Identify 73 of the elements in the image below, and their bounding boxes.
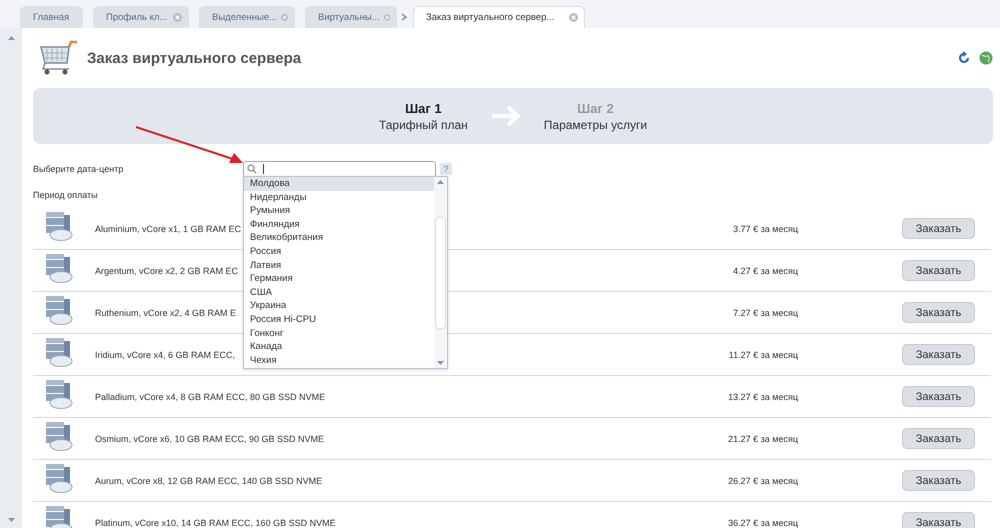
server-cloud-icon — [45, 253, 73, 283]
dropdown-option[interactable]: Нидерланды — [244, 190, 434, 204]
plan-price: 3.77 € за месяц — [732, 224, 798, 234]
dropdown-option[interactable]: Канада — [244, 340, 434, 354]
plan-price: 26.27 € за месяц — [727, 476, 798, 486]
dropdown-option[interactable]: Латвия — [244, 258, 434, 272]
field-label: Выберите дата-центр — [33, 164, 124, 174]
plan-name: Argentum, vCore x2, 2 GB RAM EC — [95, 266, 240, 276]
dropdown-option[interactable]: Молдова — [244, 177, 434, 191]
server-cloud-icon — [45, 211, 73, 241]
field-label: Период оплаты — [33, 190, 99, 200]
page-title: Заказ виртуального сервера — [87, 50, 302, 66]
dropdown-option[interactable]: Украина — [244, 299, 434, 313]
tab[interactable]: Выделенные... — [199, 6, 295, 28]
plan-name: Iridium, vCore x4, 6 GB RAM ECC, — [95, 350, 236, 360]
tab[interactable]: Главная — [20, 6, 83, 28]
plan-price: 11.27 € за месяц — [728, 350, 798, 360]
refresh-icon[interactable] — [957, 51, 971, 65]
tab[interactable]: Виртуальны... — [305, 6, 397, 28]
server-cloud-icon — [45, 463, 73, 493]
search-field[interactable] — [243, 160, 436, 178]
step-title: Шаг 2 — [577, 100, 614, 116]
close-icon[interactable] — [173, 13, 182, 22]
plan-price: 21.27 € за месяц — [727, 434, 798, 444]
order-button[interactable]: Заказать — [902, 386, 975, 407]
dropdown-option[interactable]: Германия — [244, 272, 434, 286]
dropdown-option[interactable]: Финляндия — [244, 218, 434, 232]
dropdown-option[interactable]: Чехия — [244, 354, 434, 368]
arrow-right-icon — [490, 104, 522, 128]
scroll-up-icon[interactable] — [437, 180, 444, 184]
plan-name: Osmium, vCore x6, 10 GB RAM ECC, 90 GB SSD NVME — [95, 434, 324, 444]
step-subtitle: Параметры услуги — [544, 118, 648, 132]
scroll-up-icon[interactable] — [8, 36, 14, 40]
order-button[interactable]: Заказать — [902, 512, 975, 528]
server-cloud-icon — [45, 337, 73, 367]
plan-price: 4.27 € за месяц — [732, 266, 798, 276]
order-button[interactable]: Заказать — [902, 302, 975, 323]
search-icon — [247, 164, 257, 174]
step-title: Шаг 1 — [405, 100, 442, 116]
dropdown-option[interactable]: США — [244, 286, 434, 300]
dropdown-option[interactable]: Румыния — [244, 204, 434, 218]
dropdown-option[interactable]: Россия — [244, 244, 434, 259]
tab[interactable]: Профиль кл... — [93, 6, 189, 28]
server-cloud-icon — [45, 505, 73, 528]
server-cloud-icon — [45, 421, 73, 451]
scroll-down-icon[interactable] — [437, 361, 444, 365]
plan-price: 7.27 € за месяц — [732, 308, 798, 318]
order-button[interactable]: Заказать — [902, 218, 975, 239]
scrollbar-thumb[interactable] — [435, 216, 446, 328]
dropdown-option[interactable]: Гонконг — [244, 326, 434, 340]
dropdown-option[interactable]: Великобритания — [244, 231, 434, 245]
order-button[interactable]: Заказать — [902, 428, 975, 449]
chevron-icon[interactable] — [401, 13, 407, 21]
server-cloud-icon — [45, 295, 73, 325]
plan-price: 13.27 € за месяц — [727, 392, 798, 402]
order-button[interactable]: Заказать — [902, 344, 975, 365]
shopping-cart-icon — [39, 39, 79, 77]
order-button[interactable]: Заказать — [902, 470, 975, 491]
plan-name: Aurum, vCore x8, 12 GB RAM ECC, 140 GB SSD NVME — [95, 476, 322, 486]
close-icon[interactable] — [384, 13, 390, 22]
plan-name: Aluminium, vCore x1, 1 GB RAM EC — [95, 224, 242, 234]
close-icon[interactable] — [569, 13, 578, 22]
plan-name: Ruthenium, vCore x2, 4 GB RAM E — [95, 308, 238, 318]
close-icon[interactable] — [281, 13, 288, 22]
step-subtitle: Тарифный план — [378, 118, 468, 132]
server-cloud-icon — [45, 379, 73, 409]
plan-price: 36.27 € за месяц — [727, 518, 798, 528]
plan-name: Palladium, vCore x4, 8 GB RAM ECC, 80 GB SSD NVME — [95, 392, 326, 402]
plan-name: Platinum, vCore x10, 14 GB RAM ECC, 160 GB SSD NVME — [95, 518, 336, 528]
scroll-down-icon[interactable] — [8, 518, 14, 522]
order-button[interactable]: Заказать — [902, 260, 975, 281]
dropdown-option[interactable]: Россия Hi-CPU — [244, 312, 434, 327]
tab[interactable]: Заказ виртуального сервер... — [413, 6, 585, 28]
